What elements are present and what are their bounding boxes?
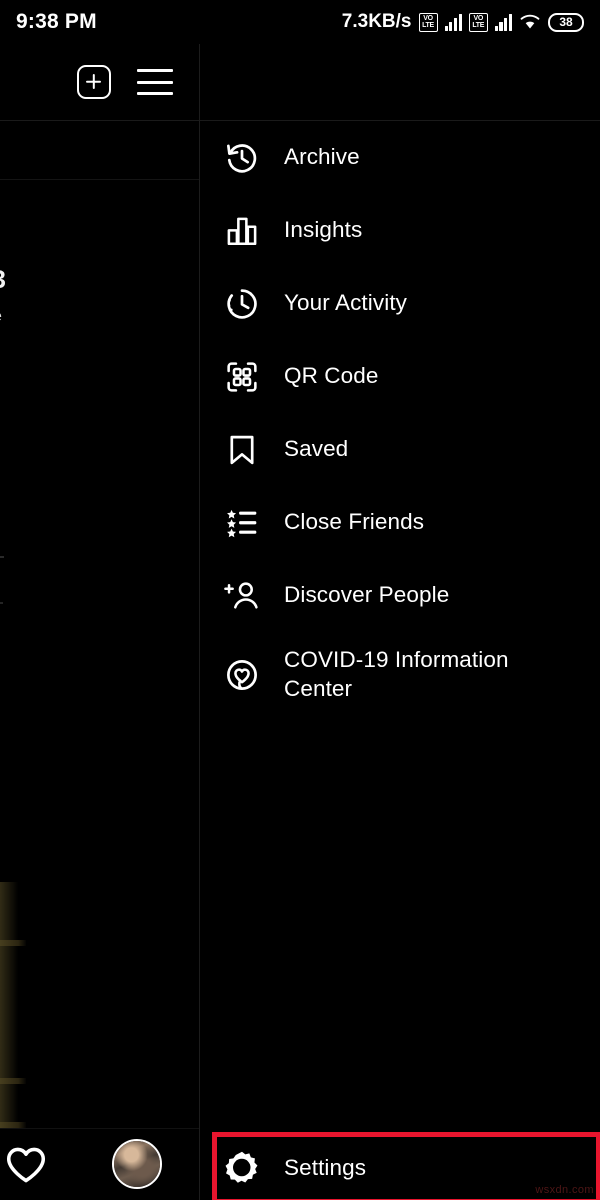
menu-item-label: QR Code [284, 363, 379, 389]
menu-item-discover-people[interactable]: Discover People [200, 559, 600, 632]
professional-dashboard-link[interactable]: ard [0, 142, 58, 165]
profile-photo-thumbnail[interactable] [0, 882, 26, 1152]
your-activity-clock-icon [222, 284, 262, 324]
menu-item-label: Insights [284, 217, 363, 243]
menu-item-label: Close Friends [284, 509, 425, 535]
menu-item-archive[interactable]: Archive [200, 121, 600, 194]
insights-bar-chart-icon [222, 211, 262, 251]
add-person-icon [222, 576, 262, 616]
heart-icon[interactable] [4, 1143, 48, 1187]
menu-item-insights[interactable]: Insights [200, 194, 600, 267]
side-drawer-menu: Archive Insights Your Activity QR Code S… [199, 44, 600, 1200]
menu-item-close-friends[interactable]: Close Friends [200, 486, 600, 559]
add-post-icon[interactable] [77, 65, 111, 99]
avatar-image [114, 1141, 160, 1187]
hamburger-menu-icon[interactable] [137, 69, 173, 95]
battery-level-label: 38 [559, 15, 573, 29]
bookmark-icon [222, 430, 262, 470]
volte-sim2-top: VO [473, 15, 483, 22]
menu-item-label: Discover People [284, 582, 450, 608]
menu-item-label: Saved [284, 436, 349, 462]
gear-icon [222, 1148, 262, 1188]
profile-header-divider [0, 120, 199, 121]
network-speed-label: 7.3KB/s [341, 11, 412, 32]
menu-item-label: Your Activity [284, 290, 408, 316]
menu-item-your-activity[interactable]: Your Activity [200, 267, 600, 340]
volte-sim2-bottom: LTE [472, 22, 485, 29]
profile-section-divider [0, 179, 199, 180]
menu-item-label: Archive [284, 144, 360, 170]
menu-item-covid-information-center[interactable]: COVID-19 Information Center [200, 632, 600, 718]
profile-stat-count: 3 [0, 266, 6, 295]
status-bar: 9:38 PM 7.3KB/s VO LTE VO LTE 38 [0, 0, 600, 44]
profile-text-fragment-3 [0, 602, 3, 604]
status-icons: 7.3KB/s VO LTE VO LTE 38 [342, 11, 584, 33]
signal-bars-sim2-icon [494, 13, 512, 31]
menu-item-qr-code[interactable]: QR Code [200, 340, 600, 413]
profile-page-underlay: ard 3 e ) [0, 44, 199, 1200]
volte-sim1-icon: VO LTE [418, 12, 438, 32]
settings-label: Settings [284, 1154, 367, 1180]
status-clock: 9:38 PM [16, 10, 97, 33]
menu-item-label: COVID-19 Information Center [284, 647, 509, 701]
bottom-navigation-bar [0, 1128, 199, 1200]
drawer-menu-list: Archive Insights Your Activity QR Code S… [200, 121, 600, 718]
profile-avatar[interactable] [112, 1139, 162, 1189]
profile-text-fragment-2 [0, 556, 4, 558]
profile-stat-label: e [0, 308, 2, 326]
qr-code-icon [222, 357, 262, 397]
phone-screen: 9:38 PM 7.3KB/s VO LTE VO LTE 38 Archive… [0, 0, 600, 1200]
archive-clock-icon [222, 138, 262, 178]
signal-bars-sim1-icon [444, 13, 462, 31]
wifi-icon [519, 13, 541, 31]
covid-heart-circle-icon [222, 655, 262, 695]
volte-sim2-icon: VO LTE [468, 12, 488, 32]
volte-sim1-bottom: LTE [422, 22, 434, 29]
close-friends-star-list-icon [222, 503, 262, 543]
battery-icon: 38 [548, 12, 584, 32]
menu-item-saved[interactable]: Saved [200, 413, 600, 486]
drawer-header [200, 44, 600, 120]
profile-top-bar [0, 44, 199, 120]
watermark: wsxdn.com [535, 1184, 594, 1196]
volte-sim1-top: VO [423, 15, 433, 22]
